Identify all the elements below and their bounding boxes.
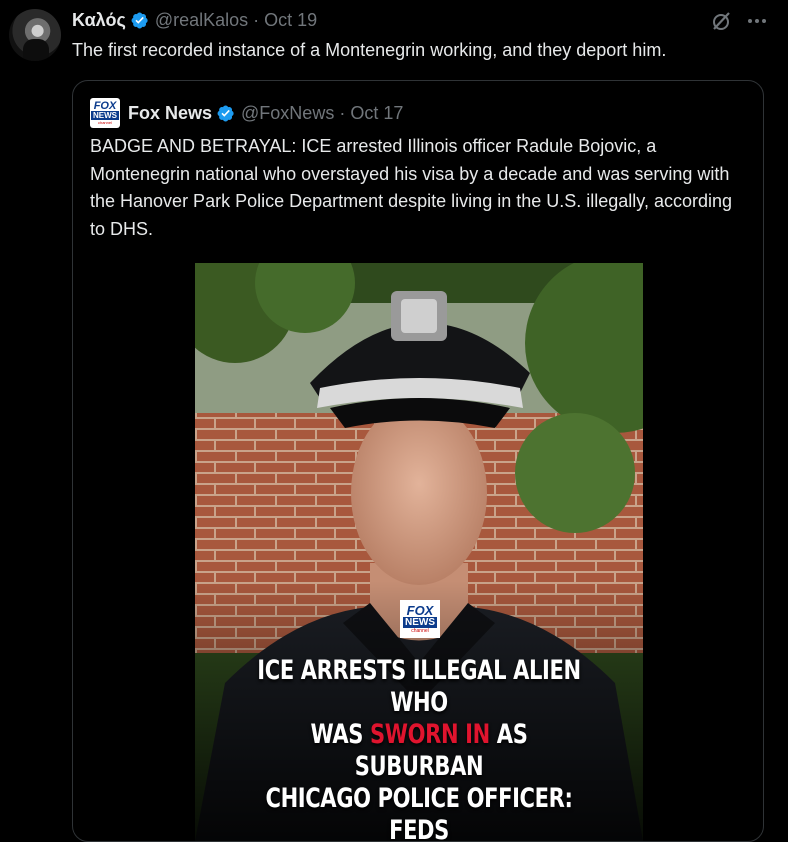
quoted-tweet-text: BADGE AND BETRAYAL: ICE arrested Illinoi… bbox=[90, 136, 732, 239]
watermark-top: FOX bbox=[406, 602, 434, 618]
fox-logo-top: FOX bbox=[93, 100, 117, 112]
quoted-tweet-image[interactable]: FOX NEWS channel ICE ARRESTS ILLEGAL ALI… bbox=[195, 263, 643, 841]
headline-line-1: ICE ARRESTS ILLEGAL ALIEN WHO bbox=[257, 655, 581, 718]
fox-news-watermark: FOX NEWS channel bbox=[400, 600, 440, 638]
fox-logo-mid: NEWS bbox=[91, 111, 119, 120]
image-headline: ICE ARRESTS ILLEGAL ALIEN WHO WAS SWORN … bbox=[244, 655, 593, 841]
quoted-tweet[interactable]: FOX NEWS channel Fox News @FoxNews · Oct… bbox=[72, 80, 764, 842]
author-handle[interactable]: @realKalos bbox=[155, 10, 248, 31]
headline-highlight: SWORN IN bbox=[370, 719, 490, 750]
quoted-tweet-date[interactable]: Oct 17 bbox=[350, 103, 403, 124]
tweet-text: The first recorded instance of a Montene… bbox=[72, 40, 667, 60]
fox-logo-bottom: channel bbox=[97, 120, 112, 125]
more-horizontal-icon[interactable] bbox=[746, 10, 768, 32]
grok-icon[interactable] bbox=[710, 10, 732, 32]
tweet-actions-top bbox=[710, 10, 768, 32]
headline-line-2: WAS SWORN IN AS SUBURBAN bbox=[244, 719, 593, 783]
tweet-date[interactable]: Oct 19 bbox=[264, 10, 317, 31]
separator: · bbox=[253, 9, 260, 30]
tweet-header: Καλός @realKalos · Oct 19 bbox=[72, 8, 317, 32]
quoted-author-name[interactable]: Fox News bbox=[128, 103, 212, 124]
headline-line-2-pre: WAS bbox=[310, 719, 371, 750]
separator: · bbox=[339, 102, 346, 123]
verified-badge-icon bbox=[217, 104, 234, 122]
quoted-author-handle[interactable]: @FoxNews bbox=[241, 103, 334, 124]
verified-badge-icon bbox=[131, 11, 148, 29]
watermark-mid: NEWS bbox=[403, 616, 437, 628]
watermark-bottom: channel bbox=[411, 627, 429, 634]
headline-line-3: CHICAGO POLICE OFFICER: FEDS bbox=[265, 783, 573, 841]
author-name[interactable]: Καλός bbox=[72, 10, 126, 31]
quoted-tweet-header: FOX NEWS channel Fox News @FoxNews · Oct… bbox=[90, 98, 403, 128]
fox-news-avatar[interactable]: FOX NEWS channel bbox=[90, 98, 120, 128]
author-avatar[interactable] bbox=[9, 9, 61, 61]
